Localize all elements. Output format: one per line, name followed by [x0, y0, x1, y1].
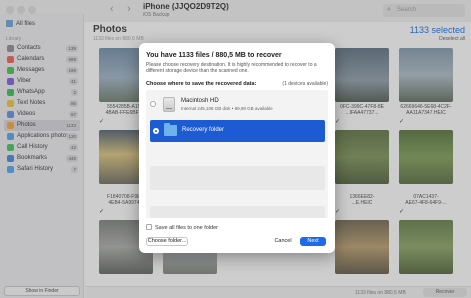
choose-destination-label: Choose where to save the recovered data: [146, 81, 257, 87]
destination-list: Macintosh HD Internal 245,108 GB disk • … [146, 90, 328, 218]
destination-macintosh-hd[interactable]: Macintosh HD Internal 245,108 GB disk • … [146, 94, 328, 116]
dialog-title: You have 1133 files / 880,5 MB to recove… [146, 52, 282, 59]
choose-folder-button[interactable]: Choose folder... [146, 237, 188, 246]
devices-available-label: (1 devices available) [282, 81, 328, 87]
disk-details: Internal 245,108 GB disk • 89,98 GB avai… [181, 106, 273, 111]
cancel-button[interactable]: Cancel [271, 237, 295, 246]
checkbox-box[interactable] [146, 224, 152, 230]
folder-icon [164, 123, 177, 136]
next-button[interactable]: Next [300, 237, 326, 246]
empty-list-row [150, 166, 325, 190]
radio-button[interactable] [150, 101, 156, 107]
radio-button-selected[interactable] [153, 128, 159, 134]
folder-name: Recovery folder [182, 127, 225, 133]
destination-recovery-folder[interactable]: Recovery folder [150, 120, 325, 142]
recovery-destination-dialog: You have 1133 files / 880,5 MB to recove… [139, 43, 335, 253]
disk-name: Macintosh HD [181, 98, 219, 104]
empty-list-row [150, 206, 325, 218]
checkbox-label: Save all files to one folder [155, 225, 218, 231]
hard-disk-icon [163, 97, 175, 112]
dialog-description: Please choose recovery destination. It i… [146, 62, 317, 75]
save-to-one-folder-checkbox[interactable]: Save all files to one folder [146, 224, 218, 231]
